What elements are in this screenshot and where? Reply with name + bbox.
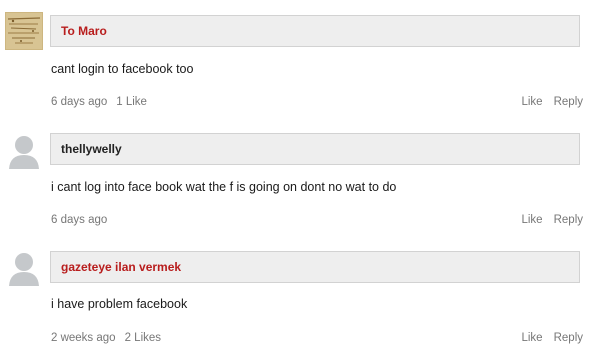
timestamp[interactable]: 6 days ago <box>51 214 107 226</box>
reply-button[interactable]: Reply <box>554 214 583 226</box>
comment-meta: 6 days ago <box>51 213 125 227</box>
avatar[interactable] <box>5 12 43 50</box>
comment-text: i have problem facebook <box>51 297 188 311</box>
comment-meta: 2 weeks ago 2 Likes <box>51 331 170 345</box>
reply-button[interactable]: Reply <box>554 96 583 108</box>
comment-actions: Like Reply <box>510 95 583 109</box>
default-silhouette-avatar-icon <box>5 248 43 286</box>
like-button[interactable]: Like <box>521 332 542 344</box>
author-name-link[interactable]: To Maro <box>61 24 107 39</box>
timestamp[interactable]: 6 days ago <box>51 96 107 108</box>
author-bar: To Maro <box>50 15 580 47</box>
author-name-link[interactable]: thellywelly <box>61 142 122 157</box>
like-count[interactable]: 2 Likes <box>125 332 161 344</box>
like-button[interactable]: Like <box>521 96 542 108</box>
comment-text: cant login to facebook too <box>51 62 194 76</box>
avatar[interactable] <box>5 248 43 286</box>
default-silhouette-avatar-icon <box>5 131 43 169</box>
author-bar: gazeteye ilan vermek <box>50 251 580 283</box>
comment-actions: Like Reply <box>510 331 583 345</box>
like-count[interactable]: 1 Like <box>116 96 147 108</box>
comment-meta: 6 days ago 1 Like <box>51 95 156 109</box>
comment-actions: Like Reply <box>510 213 583 227</box>
comment-text: i cant log into face book wat the f is g… <box>51 180 397 194</box>
timestamp[interactable]: 2 weeks ago <box>51 332 116 344</box>
avatar[interactable] <box>5 131 43 169</box>
vintage-text-avatar-icon <box>5 12 43 50</box>
like-button[interactable]: Like <box>521 214 542 226</box>
author-bar: thellywelly <box>50 133 580 165</box>
author-name-link[interactable]: gazeteye ilan vermek <box>61 260 181 275</box>
reply-button[interactable]: Reply <box>554 332 583 344</box>
